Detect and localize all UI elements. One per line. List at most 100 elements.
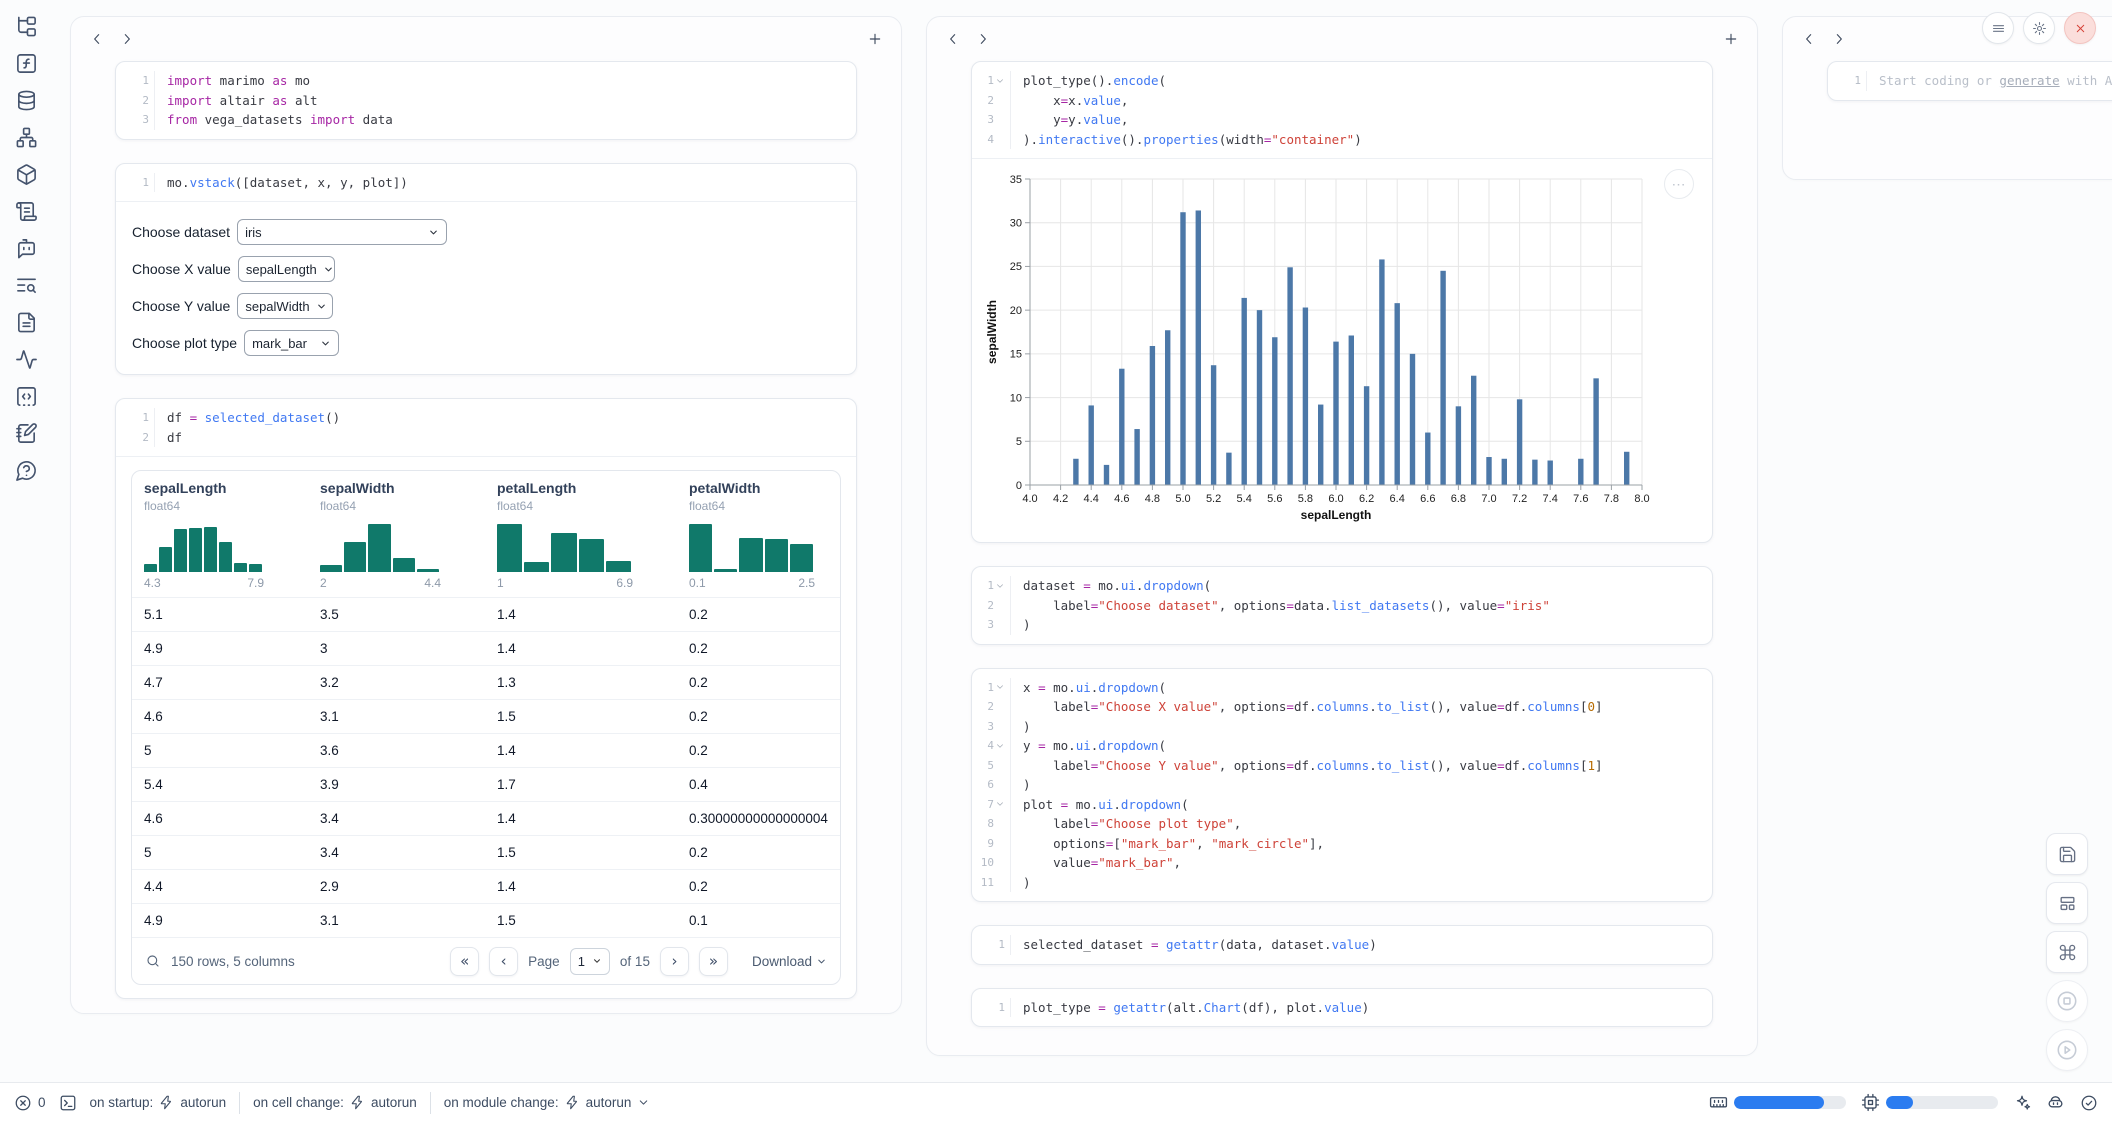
sidebar-item-tracing[interactable] bbox=[14, 273, 39, 298]
column-name: sepalWidth bbox=[320, 480, 485, 496]
add-cell-button[interactable] bbox=[861, 25, 889, 53]
ai-assist-button[interactable] bbox=[2013, 1094, 2031, 1112]
fold-spacer bbox=[995, 858, 1005, 868]
sidebar-item-documentation[interactable] bbox=[14, 310, 39, 335]
notebook-canvas: 123import marimo as moimport altair as a… bbox=[52, 0, 2112, 1082]
cell-code-editor[interactable]: 1234567891011x = mo.ui.dropdown( label="… bbox=[972, 669, 1712, 902]
code-line: value="mark_bar", bbox=[1023, 853, 1603, 873]
save-button[interactable] bbox=[2046, 833, 2088, 875]
download-button[interactable]: Download bbox=[752, 954, 827, 969]
code-line: x = mo.ui.dropdown( bbox=[1023, 678, 1603, 698]
column-next-button[interactable] bbox=[969, 25, 997, 53]
fold-chevron-icon[interactable] bbox=[995, 799, 1005, 809]
svg-text:5.6: 5.6 bbox=[1267, 493, 1282, 505]
svg-text:6.0: 6.0 bbox=[1328, 493, 1343, 505]
column-prev-button[interactable] bbox=[1795, 25, 1823, 53]
terminal-icon bbox=[59, 1094, 77, 1112]
settings-button[interactable] bbox=[2023, 12, 2055, 44]
sidebar-item-file-tree[interactable] bbox=[14, 14, 39, 39]
snippets-icon bbox=[15, 385, 38, 408]
fold-chevron-icon[interactable] bbox=[995, 76, 1005, 86]
column-range: 16.9 bbox=[497, 576, 633, 590]
notebook-menu-button[interactable] bbox=[1982, 12, 2014, 44]
menu-icon bbox=[1991, 21, 2006, 36]
keyboard-shortcuts-button[interactable] bbox=[2046, 931, 2088, 973]
dropdown-select-choose-x-value[interactable]: sepalLength bbox=[238, 256, 335, 282]
terminal-button[interactable] bbox=[59, 1094, 77, 1112]
selected-dataset-cell: 1selected_dataset = getattr(data, datase… bbox=[971, 925, 1713, 965]
table-cell: 3.6 bbox=[308, 743, 485, 758]
last-page-button[interactable]: » bbox=[699, 947, 728, 976]
on-module-change-setting[interactable]: on module change: autorun bbox=[444, 1095, 651, 1110]
table-cell: 1.3 bbox=[485, 675, 677, 690]
dataframe-table: sepalLengthfloat644.37.9sepalWidthfloat6… bbox=[131, 470, 841, 985]
svg-text:7.8: 7.8 bbox=[1604, 493, 1619, 505]
connection-status-button[interactable] bbox=[2080, 1094, 2098, 1112]
layout-toggle-button[interactable] bbox=[2046, 882, 2088, 924]
ram-meter bbox=[1734, 1096, 1846, 1109]
cell-code-editor[interactable]: 1Start coding or generate with AI bbox=[1828, 62, 2112, 100]
table-summary: 150 rows, 5 columns bbox=[171, 954, 295, 969]
line-numbers: 123 bbox=[972, 576, 1011, 635]
run-all-button[interactable] bbox=[2046, 1029, 2088, 1071]
copilot-button[interactable] bbox=[2046, 1093, 2065, 1112]
fold-chevron-icon[interactable] bbox=[995, 682, 1005, 692]
cell-code-editor[interactable]: 1234plot_type().encode( x=x.value, y=y.v… bbox=[972, 62, 1712, 158]
page-count-label: of 15 bbox=[620, 954, 650, 969]
chart-actions-button[interactable]: ⋯ bbox=[1664, 169, 1694, 199]
first-page-button[interactable]: « bbox=[450, 947, 479, 976]
line-number: 2 bbox=[972, 697, 1005, 717]
sidebar-item-functions[interactable] bbox=[14, 51, 39, 76]
page-select[interactable]: 1 bbox=[570, 948, 610, 975]
column-name: petalWidth bbox=[689, 480, 841, 496]
column-prev-button[interactable] bbox=[83, 25, 111, 53]
table-cell: 1.5 bbox=[485, 845, 677, 860]
table-cell: 0.2 bbox=[677, 845, 841, 860]
table-cell: 3.4 bbox=[308, 811, 485, 826]
table-cell: 3 bbox=[308, 641, 485, 656]
dropdown-select-choose-dataset[interactable]: iris bbox=[237, 219, 447, 245]
cell-code-editor[interactable]: 12df = selected_dataset()df bbox=[116, 399, 856, 456]
next-page-button[interactable]: › bbox=[660, 947, 689, 976]
cell-code-editor[interactable]: 1mo.vstack([dataset, x, y, plot]) bbox=[116, 164, 856, 202]
stop-button[interactable] bbox=[2046, 980, 2088, 1022]
cell-code-editor[interactable]: 1selected_dataset = getattr(data, datase… bbox=[972, 926, 1712, 964]
line-numbers: 1 bbox=[972, 935, 1011, 955]
cell-code-editor[interactable]: 123dataset = mo.ui.dropdown( label="Choo… bbox=[972, 567, 1712, 644]
table-cell: 4.6 bbox=[132, 709, 308, 724]
cell-code-editor[interactable]: 123import marimo as moimport altair as a… bbox=[116, 62, 856, 139]
fold-chevron-icon[interactable] bbox=[995, 741, 1005, 751]
check-circle-icon bbox=[2080, 1094, 2098, 1112]
errors-indicator[interactable]: 0 bbox=[14, 1094, 46, 1112]
column-next-button[interactable] bbox=[1825, 25, 1853, 53]
sidebar-item-dependency-graph[interactable] bbox=[14, 125, 39, 150]
cpu-usage bbox=[1861, 1093, 1998, 1112]
on-startup-setting[interactable]: on startup: autorun bbox=[90, 1095, 227, 1110]
cell-code-editor[interactable]: 1plot_type = getattr(alt.Chart(df), plot… bbox=[972, 989, 1712, 1027]
memory-icon bbox=[1709, 1093, 1728, 1112]
previous-page-button[interactable]: ‹ bbox=[489, 947, 518, 976]
column-dtype: float64 bbox=[689, 499, 841, 513]
column-range: 0.12.5 bbox=[689, 576, 815, 590]
sidebar-item-logs[interactable] bbox=[14, 199, 39, 224]
dropdown-select-choose-plot-type[interactable]: mark_bar bbox=[244, 330, 339, 356]
shutdown-button[interactable] bbox=[2064, 12, 2096, 44]
column-prev-button[interactable] bbox=[939, 25, 967, 53]
sidebar-item-scratchpad[interactable] bbox=[14, 421, 39, 446]
fold-chevron-icon[interactable] bbox=[995, 581, 1005, 591]
svg-text:7.6: 7.6 bbox=[1573, 493, 1588, 505]
range-max: 7.9 bbox=[247, 576, 264, 590]
column-next-button[interactable] bbox=[113, 25, 141, 53]
dropdown-select-choose-y-value[interactable]: sepalWidth bbox=[237, 293, 333, 319]
sidebar-item-activity[interactable] bbox=[14, 347, 39, 372]
dropdown-row: Choose plot typemark_bar bbox=[132, 330, 840, 356]
sidebar-item-packages[interactable] bbox=[14, 162, 39, 187]
sidebar-item-ai-chat[interactable] bbox=[14, 236, 39, 261]
sidebar-item-help[interactable] bbox=[14, 458, 39, 483]
sidebar-item-datasources[interactable] bbox=[14, 88, 39, 113]
on-cell-change-setting[interactable]: on cell change: autorun bbox=[253, 1095, 417, 1110]
sidebar-item-snippets[interactable] bbox=[14, 384, 39, 409]
code-line: plot_type = getattr(alt.Chart(df), plot.… bbox=[1023, 998, 1369, 1018]
add-cell-button[interactable] bbox=[1717, 25, 1745, 53]
code-lines: Start coding or generate with AI bbox=[1867, 71, 2112, 91]
